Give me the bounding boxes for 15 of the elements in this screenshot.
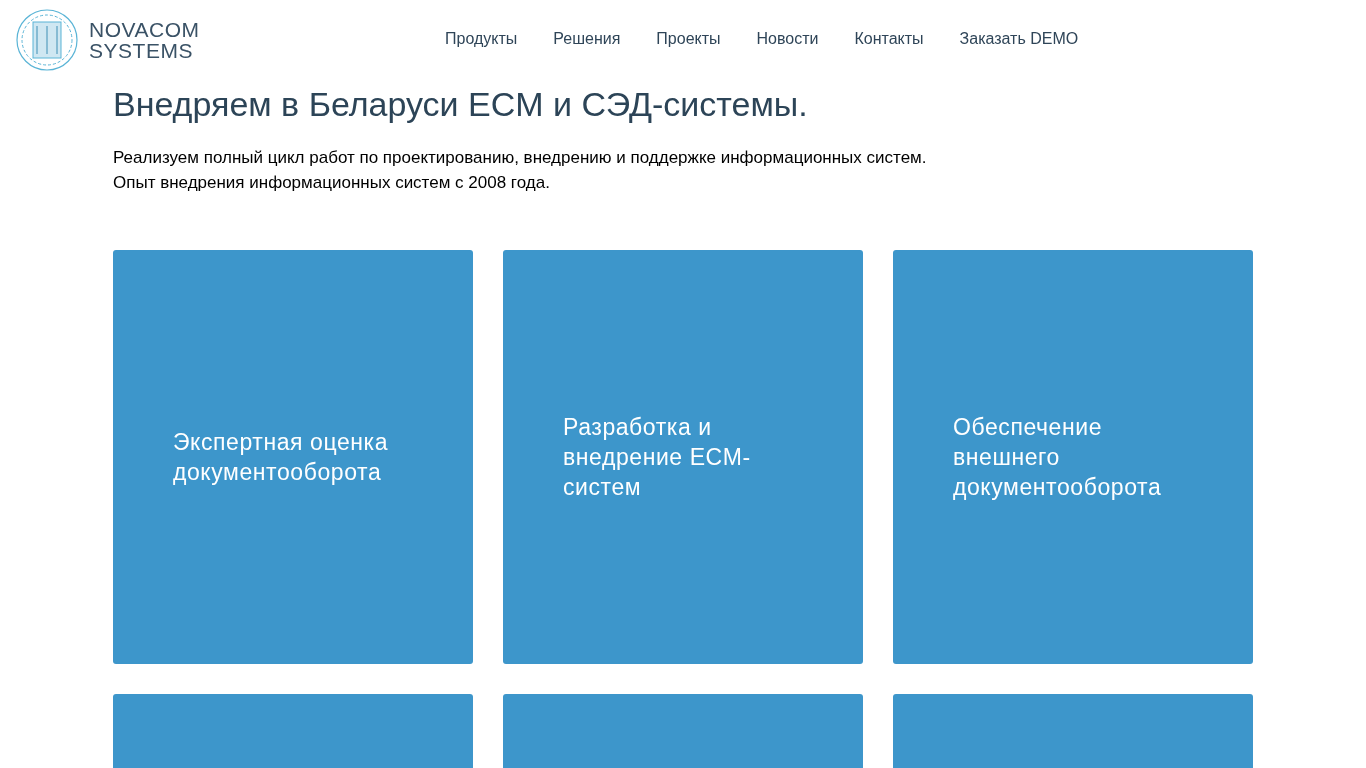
card-title: Экспертная оценка документооборота (173, 428, 390, 487)
nav-link[interactable]: Проекты (656, 27, 721, 51)
nav-link[interactable]: Новости (756, 27, 819, 51)
logo-text: SYSTEMS (89, 40, 195, 61)
card-title: Обеспечение внешнего документооборота (953, 413, 1163, 502)
card-title: Разработка и внедрение ECM-систем (563, 413, 752, 502)
nav-link[interactable]: Контакты (854, 27, 924, 51)
nav-link[interactable]: Заказать DEMO (959, 27, 1079, 51)
logo-text: NOVACOM (89, 19, 200, 40)
intro-text: Опыт внедрения информационных систем с 2008 года. (113, 172, 551, 194)
intro-text: Реализуем полный цикл работ по проектированию, внедрению и поддержке информационных систем. (113, 147, 928, 169)
page-heading: Внедряем в Беларуси ECM и СЭД-системы. (113, 84, 809, 125)
logo-icon (15, 8, 79, 72)
nav-link[interactable]: Решения (553, 27, 621, 51)
nav-link[interactable]: Продукты (445, 27, 518, 51)
